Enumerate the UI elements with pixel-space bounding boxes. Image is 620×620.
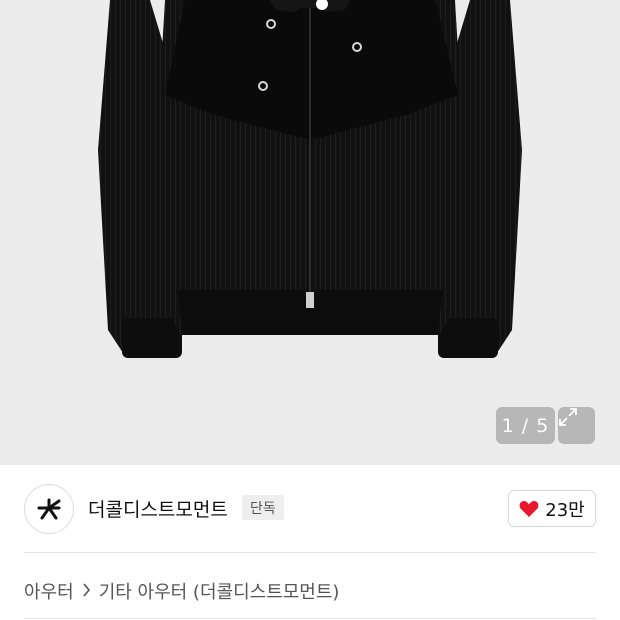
brand-logo[interactable] xyxy=(24,484,74,534)
divider xyxy=(24,552,596,553)
like-count: 23만 xyxy=(545,499,585,521)
divider xyxy=(24,618,596,619)
product-image xyxy=(98,0,522,358)
exclusive-badge: 단독 xyxy=(242,495,284,520)
expand-image-button[interactable] xyxy=(558,407,595,444)
product-image-gallery[interactable]: 1 / 5 xyxy=(0,0,620,465)
image-pager: 1 / 5 xyxy=(496,407,555,444)
chevron-right-icon xyxy=(82,582,91,601)
heart-icon xyxy=(519,500,539,517)
expand-icon xyxy=(559,408,577,426)
breadcrumb-item-outer[interactable]: 아우터 xyxy=(24,578,74,604)
like-button[interactable]: 23만 xyxy=(508,490,596,527)
brand-row: 더콜디스트모먼트 단독 23만 xyxy=(0,465,620,553)
pager-text: 1 / 5 xyxy=(501,414,550,437)
breadcrumb: 아우터 기타 아우터 (더콜디스트모먼트) xyxy=(24,578,339,604)
brand-name-link[interactable]: 더콜디스트모먼트 xyxy=(88,495,228,522)
breadcrumb-item-other-outer[interactable]: 기타 아우터 (더콜디스트모먼트) xyxy=(99,578,340,604)
star-logo-icon xyxy=(37,498,61,520)
